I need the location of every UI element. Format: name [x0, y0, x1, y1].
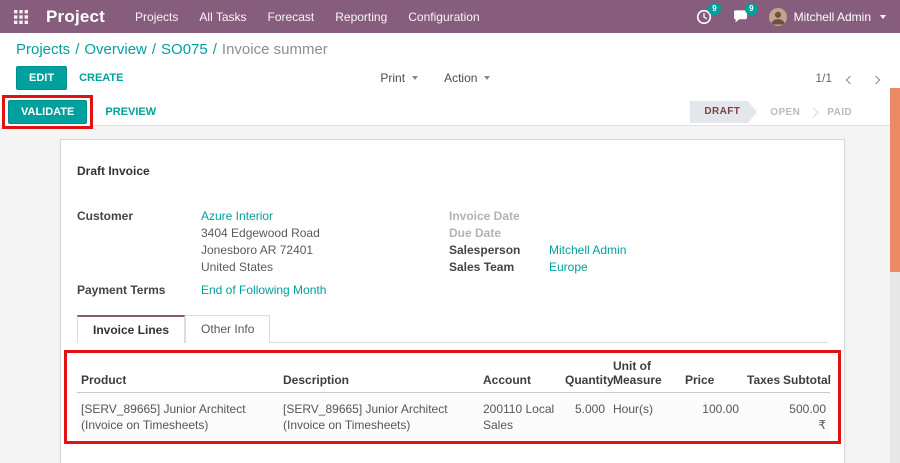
table-row[interactable]: [SERV_89665] Junior Architect (Invoice o… [77, 392, 830, 442]
notebook-tabs: Invoice Lines Other Info [77, 315, 828, 343]
breadcrumb-current: Invoice summer [221, 41, 328, 58]
activities-badge: 9 [708, 2, 721, 15]
payment-terms-label: Payment Terms [77, 283, 166, 297]
print-menu-button[interactable]: Print [380, 71, 419, 85]
sales-team-label: Sales Team [449, 260, 515, 274]
cell-taxes [743, 393, 779, 442]
chevron-down-icon [412, 76, 419, 80]
pager-count: 1/1 [815, 71, 832, 85]
apps-grid-icon[interactable] [14, 9, 28, 24]
invoice-sheet: Draft Invoice Customer Azure Interior 34… [60, 139, 845, 463]
col-subtotal[interactable]: Subtotal [779, 353, 831, 393]
app-title[interactable]: Project [46, 7, 105, 27]
cell-description: [SERV_89665] Junior Architect (Invoice o… [283, 402, 448, 432]
menu-reporting[interactable]: Reporting [335, 10, 387, 24]
chevron-right-icon [871, 75, 881, 84]
create-button[interactable]: CREATE [67, 67, 135, 89]
action-menu-button[interactable]: Action [444, 71, 491, 85]
menu-forecast[interactable]: Forecast [268, 10, 315, 24]
customer-link[interactable]: Azure Interior [201, 208, 273, 225]
activities-icon[interactable]: 9 [696, 2, 721, 25]
content-area: Draft Invoice Customer Azure Interior 34… [0, 126, 900, 463]
right-field-column: Invoice Date Due Date Salesperson Mitche… [449, 208, 828, 299]
cell-uom: Hour(s) [613, 402, 654, 416]
document-title: Draft Invoice [77, 164, 150, 178]
preview-button[interactable]: PREVIEW [93, 101, 168, 123]
pager: 1/1 [815, 68, 884, 89]
col-price[interactable]: Price [681, 353, 743, 393]
status-pipeline: DRAFT OPEN PAID [690, 101, 858, 123]
menu-projects[interactable]: Projects [135, 10, 178, 24]
invoice-date-label: Invoice Date [449, 209, 520, 223]
address-line: Jonesboro AR 72401 [201, 243, 314, 257]
scrollbar-thumb[interactable] [890, 88, 900, 272]
table-header-row: Product Description Account Quantity Uni… [77, 353, 831, 393]
col-uom-line1: Unit of [613, 359, 651, 373]
customer-address: 3404 Edgewood Road Jonesboro AR 72401 Un… [201, 225, 449, 276]
status-bar: VALIDATE PREVIEW DRAFT OPEN PAID [0, 95, 900, 129]
col-uom-line2: Measure [613, 373, 662, 387]
chevron-left-icon [845, 75, 855, 84]
col-account[interactable]: Account [479, 353, 561, 393]
main-menu: Projects All Tasks Forecast Reporting Co… [135, 10, 480, 24]
sales-team-link[interactable]: Europe [549, 259, 588, 276]
salesperson-label: Salesperson [449, 243, 521, 257]
menu-configuration[interactable]: Configuration [408, 10, 479, 24]
cell-quantity: 5.000 [574, 402, 605, 416]
print-label: Print [380, 71, 406, 85]
state-draft[interactable]: DRAFT [690, 101, 758, 123]
action-label: Action [444, 71, 478, 85]
control-bar: EDIT CREATE Print Action 1/1 [0, 60, 900, 99]
col-quantity[interactable]: Quantity [561, 353, 614, 393]
chevron-right-icon [808, 107, 819, 117]
action-menus: Print Action [380, 71, 491, 85]
col-uom[interactable]: Unit of Measure [609, 353, 681, 393]
cell-product: [SERV_89665] Junior Architect (Invoice o… [81, 402, 246, 432]
messages-icon[interactable]: 9 [732, 2, 758, 25]
customer-label: Customer [77, 209, 134, 223]
payment-terms-link[interactable]: End of Following Month [201, 282, 326, 299]
cell-account: 200110 Local Sales [483, 402, 555, 432]
messages-badge: 9 [745, 2, 758, 15]
breadcrumb-projects[interactable]: Projects [16, 41, 70, 58]
left-field-column: Customer Azure Interior 3404 Edgewood Ro… [77, 208, 449, 299]
breadcrumb-so075[interactable]: SO075 [161, 41, 208, 58]
scrollbar-track[interactable] [890, 88, 900, 463]
user-avatar [768, 7, 787, 26]
tab-other-info[interactable]: Other Info [185, 315, 271, 343]
annotation-box-validate: VALIDATE [2, 95, 94, 129]
invoice-lines-table: Product Description Account Quantity Uni… [77, 353, 831, 442]
breadcrumb-separator: / [212, 41, 217, 58]
salesperson-link[interactable]: Mitchell Admin [549, 242, 626, 259]
address-line: 3404 Edgewood Road [201, 226, 320, 240]
breadcrumb: Projects / Overview / SO075/Invoice summer [0, 33, 900, 60]
user-menu[interactable]: Mitchell Admin [768, 7, 886, 26]
col-description[interactable]: Description [279, 353, 479, 393]
chevron-down-icon [880, 14, 886, 19]
breadcrumb-separator: / [75, 41, 80, 58]
cell-subtotal: 500.00 ₹ [789, 402, 826, 432]
edit-button[interactable]: EDIT [16, 66, 68, 90]
pager-previous-button[interactable] [842, 68, 858, 89]
cell-price: 100.00 [702, 402, 739, 416]
address-line: United States [201, 260, 274, 274]
breadcrumb-overview[interactable]: Overview [84, 41, 147, 58]
state-paid[interactable]: PAID [821, 102, 858, 123]
state-open[interactable]: OPEN [764, 102, 806, 123]
annotation-box-invoice-lines: Product Description Account Quantity Uni… [64, 350, 841, 444]
menu-all-tasks[interactable]: All Tasks [199, 10, 246, 24]
col-product[interactable]: Product [77, 353, 279, 393]
systray: 9 9 Mitchell Admin [696, 2, 886, 26]
user-name: Mitchell Admin [793, 9, 871, 24]
pager-next-button[interactable] [868, 68, 884, 89]
validate-button[interactable]: VALIDATE [8, 100, 88, 124]
breadcrumb-separator: / [151, 41, 157, 58]
due-date-label: Due Date [449, 226, 502, 240]
top-navbar: Project Projects All Tasks Forecast Repo… [0, 0, 900, 33]
chevron-down-icon [484, 76, 491, 80]
tab-invoice-lines[interactable]: Invoice Lines [77, 315, 186, 343]
col-taxes[interactable]: Taxes [743, 353, 780, 393]
